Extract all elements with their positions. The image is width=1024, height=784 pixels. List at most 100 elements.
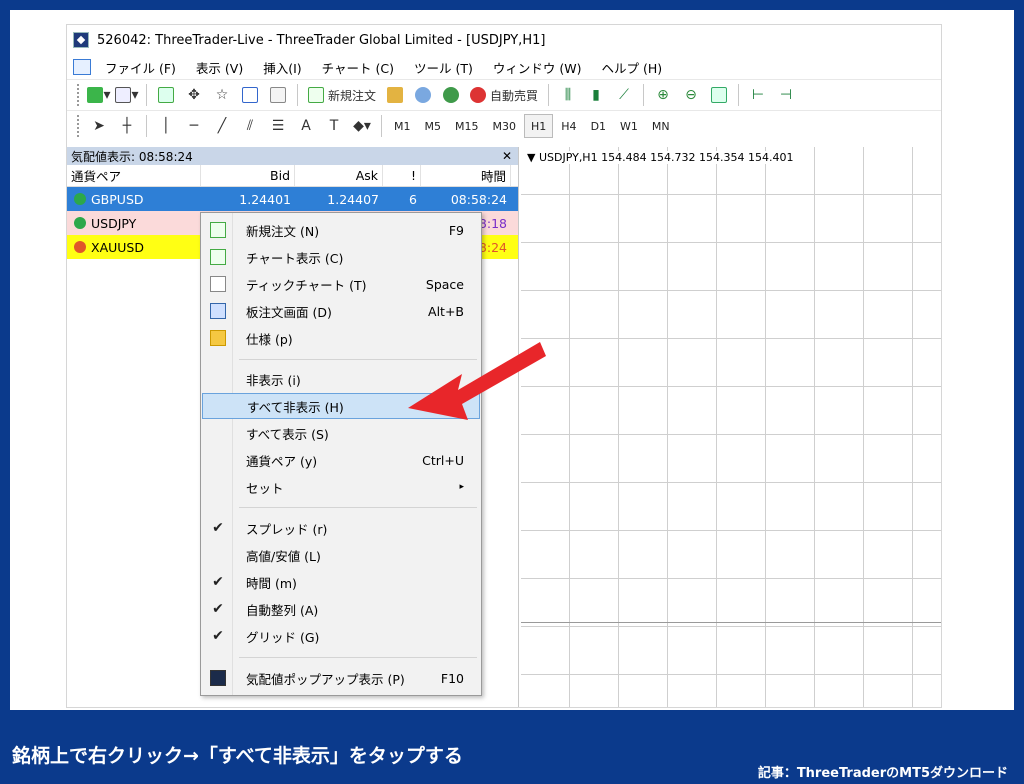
chart-area[interactable]: ▼ USDJPY,H1 154.484 154.732 154.354 154.…	[521, 147, 941, 707]
menu-bar: ファイル (F) 表示 (V) 挿入(I) チャート (C) ツール (T) ウ…	[67, 55, 941, 79]
checkmark-icon: ✔	[212, 520, 224, 536]
time-cell: 08:58:24	[450, 191, 507, 207]
gold-bar-icon[interactable]	[382, 83, 408, 107]
timeframe-h4[interactable]: H4	[555, 114, 582, 138]
context-menu: 新規注文 (N) F9 チャート表示 (C) ティックチャート (T) Spac…	[200, 212, 482, 696]
drawing-toolbar: ➤ ┼ │ ─ ╱ ⫽ ☰ A T ◆▾ M1 M5 M15 M30 H1 H4…	[67, 110, 941, 141]
menu-item-grid[interactable]: ✔ グリッド (G)	[202, 623, 480, 649]
main-toolbar: ▾ ▾ ✥ ☆ 新規注文 自動売買 ⫼ ▮ ⟋ ⊕ ⊖ ⊢ ⊣	[67, 79, 941, 110]
trendline-icon[interactable]: ╱	[209, 114, 235, 138]
timeframe-m30[interactable]: M30	[487, 114, 523, 138]
market-watch-title: 気配値表示: 08:58:24	[71, 149, 193, 164]
toolbar-grip	[77, 84, 80, 106]
new-order-icon	[210, 222, 226, 238]
checkmark-icon: ✔	[212, 601, 224, 617]
bid-cell: 1.24401	[239, 191, 291, 207]
zoom-out-icon[interactable]: ⊖	[678, 83, 704, 107]
timeframe-w1[interactable]: W1	[614, 114, 644, 138]
vertical-line-icon[interactable]: │	[153, 114, 179, 138]
market-watch-icon[interactable]	[153, 83, 179, 107]
menu-item-sets[interactable]: セット ▸	[202, 474, 480, 500]
menu-item-time[interactable]: ✔ 時間 (m)	[202, 569, 480, 595]
specification-icon	[210, 330, 226, 346]
menu-file[interactable]: ファイル (F)	[95, 58, 186, 77]
auto-trade-button[interactable]: 自動売買	[466, 83, 542, 107]
timeframe-m1[interactable]: M1	[388, 114, 417, 138]
crosshair-navigator-icon[interactable]: ✥	[181, 83, 207, 107]
menu-item-popup-prices[interactable]: 気配値ポップアップ表示 (P) F10	[202, 665, 480, 691]
menu-item-new-order[interactable]: 新規注文 (N) F9	[202, 217, 480, 243]
cursor-icon[interactable]: ➤	[86, 114, 112, 138]
menu-insert[interactable]: 挿入(I)	[253, 58, 311, 77]
auto-trade-icon	[470, 87, 487, 103]
new-chart-icon[interactable]: ▾	[86, 83, 112, 107]
menu-item-show-chart[interactable]: チャート表示 (C)	[202, 244, 480, 270]
strategy-tester-icon[interactable]	[265, 83, 291, 107]
menu-tools[interactable]: ツール (T)	[404, 58, 483, 77]
red-arrow-annotation	[408, 342, 546, 420]
crosshair-icon[interactable]: ┼	[114, 114, 140, 138]
profiles-icon[interactable]: ▾	[114, 83, 140, 107]
chart-info-label: ▼ USDJPY,H1 154.484 154.732 154.354 154.…	[527, 151, 794, 164]
globe-icon[interactable]	[438, 83, 464, 107]
source-text: 記事：ThreeTraderのMT5ダウンロード	[757, 766, 1008, 781]
timeframe-mn[interactable]: MN	[646, 114, 676, 138]
line-chart-icon[interactable]: ⟋	[611, 83, 637, 107]
data-window-icon[interactable]	[237, 83, 263, 107]
app-icon	[73, 32, 89, 48]
person-icon[interactable]	[410, 83, 436, 107]
menu-view[interactable]: 表示 (V)	[186, 58, 253, 77]
popup-prices-icon	[210, 670, 226, 686]
window-title: 526042: ThreeTrader-Live - ThreeTrader G…	[97, 32, 546, 48]
table-row[interactable]: GBPUSD 1.24401 1.24407 6 08:58:24	[67, 187, 518, 211]
text-label-icon[interactable]: T	[321, 114, 347, 138]
arrow-down-icon	[74, 241, 86, 253]
column-symbol[interactable]: 通貨ペア	[67, 165, 201, 186]
fibonacci-icon[interactable]: ☰	[265, 114, 291, 138]
channel-icon[interactable]: ⫽	[237, 114, 263, 138]
shapes-icon[interactable]: ◆▾	[349, 114, 375, 138]
menu-item-tick-chart[interactable]: ティックチャート (T) Space	[202, 271, 480, 297]
candlestick-icon[interactable]: ▮	[583, 83, 609, 107]
menu-help[interactable]: ヘルプ (H)	[591, 58, 672, 77]
column-ask[interactable]: Ask	[295, 165, 383, 186]
chart-icon	[210, 249, 226, 265]
menu-item-depth-of-market[interactable]: 板注文画面 (D) Alt+B	[202, 298, 480, 324]
timeframe-d1[interactable]: D1	[585, 114, 612, 138]
market-watch-columns: 通貨ペア Bid Ask ! 時間	[67, 165, 518, 187]
menu-item-spread[interactable]: ✔ スプレッド (r)	[202, 515, 480, 541]
column-spread[interactable]: !	[383, 165, 421, 186]
toolbar-grip	[77, 115, 80, 137]
menu-item-high-low[interactable]: 高値/安値 (L)	[202, 542, 480, 568]
symbol-cell: USDJPY	[91, 215, 137, 231]
close-icon[interactable]: ✕	[502, 149, 512, 163]
auto-scroll-icon[interactable]: ⊢	[745, 83, 771, 107]
market-watch-header: 気配値表示: 08:58:24 ✕	[67, 147, 518, 165]
document-menu-icon[interactable]	[73, 59, 91, 75]
caption-text: 銘柄上で右クリック→「すべて非表示」をタップする	[12, 745, 463, 767]
favorites-icon[interactable]: ☆	[209, 83, 235, 107]
timeframe-h1[interactable]: H1	[524, 114, 554, 138]
horizontal-line-icon[interactable]: ─	[181, 114, 207, 138]
bar-chart-icon[interactable]: ⫼	[555, 83, 581, 107]
menu-chart[interactable]: チャート (C)	[312, 58, 404, 77]
column-bid[interactable]: Bid	[201, 165, 295, 186]
text-icon[interactable]: A	[293, 114, 319, 138]
tile-windows-icon[interactable]	[706, 83, 732, 107]
zoom-in-icon[interactable]: ⊕	[650, 83, 676, 107]
symbol-cell: XAUUSD	[91, 239, 144, 255]
column-time[interactable]: 時間	[421, 165, 511, 186]
menu-item-auto-arrange[interactable]: ✔ 自動整列 (A)	[202, 596, 480, 622]
chart-shift-icon[interactable]: ⊣	[773, 83, 799, 107]
arrow-up-icon	[74, 193, 86, 205]
checkmark-icon: ✔	[212, 628, 224, 644]
menu-item-symbols[interactable]: 通貨ペア (y) Ctrl+U	[202, 447, 480, 473]
timeframe-m5[interactable]: M5	[419, 114, 448, 138]
depth-of-market-icon	[210, 303, 226, 319]
chart-separator	[521, 622, 941, 623]
checkmark-icon: ✔	[212, 574, 224, 590]
submenu-arrow-icon: ▸	[459, 482, 464, 492]
menu-window[interactable]: ウィンドウ (W)	[483, 58, 592, 77]
new-order-button[interactable]: 新規注文	[304, 83, 380, 107]
timeframe-m15[interactable]: M15	[449, 114, 485, 138]
